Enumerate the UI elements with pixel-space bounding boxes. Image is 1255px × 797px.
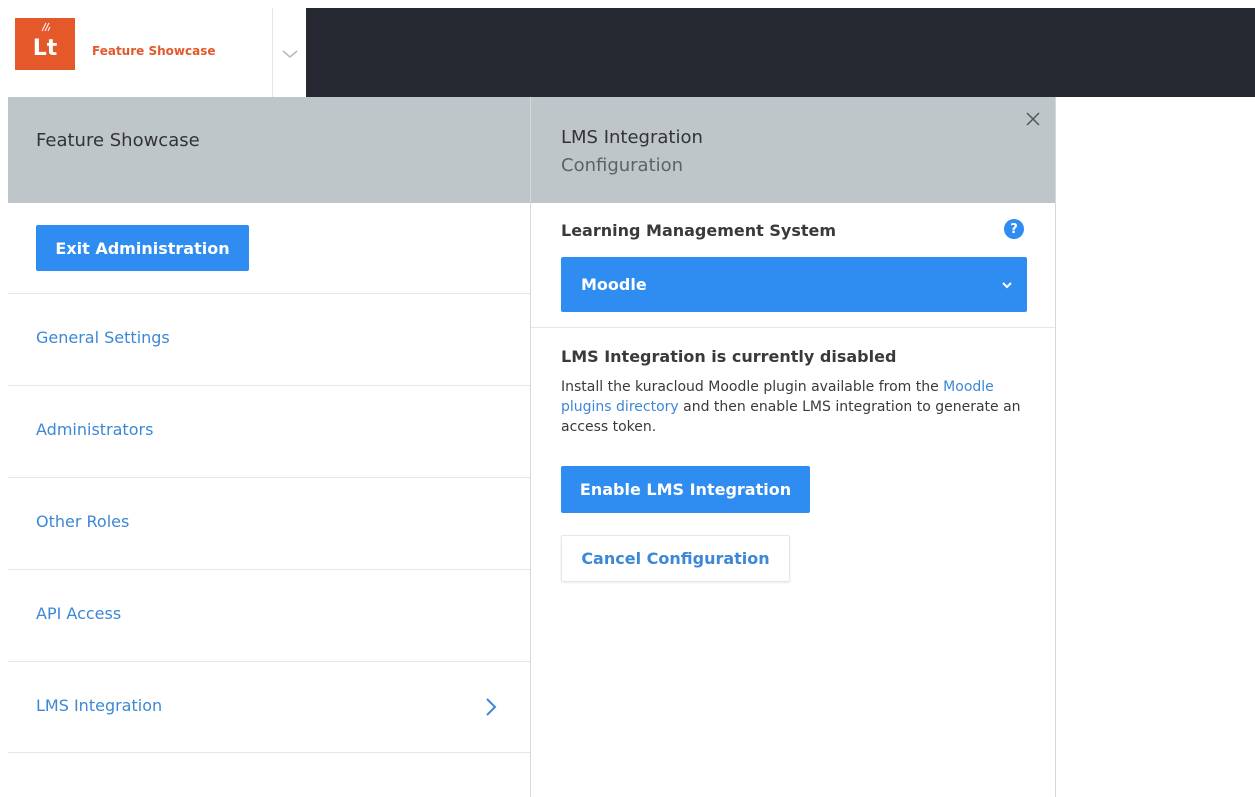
sidebar-item-label: General Settings <box>36 328 170 347</box>
admin-sidebar: Feature Showcase Exit Administration Gen… <box>8 97 530 797</box>
sidebar-item-label: Other Roles <box>36 512 130 531</box>
sidebar-divider <box>8 752 530 753</box>
logo-text: Lt <box>32 36 58 61</box>
panel-divider <box>531 327 1055 328</box>
close-icon[interactable] <box>1025 111 1041 127</box>
status-description: Install the kuracloud Moodle plugin avai… <box>561 377 1031 437</box>
logo-mark-icon <box>41 22 51 32</box>
lms-configuration-panel: LMS Integration Configuration Learning M… <box>530 97 1056 797</box>
brand-divider <box>272 8 273 97</box>
logo: Lt <box>15 18 75 70</box>
status-title: LMS Integration is currently disabled <box>561 347 897 366</box>
status-desc-text: Install the kuracloud Moodle plugin avai… <box>561 379 944 395</box>
sidebar-item-administrators[interactable]: Administrators <box>8 385 530 477</box>
sidebar-item-lms-integration[interactable]: LMS Integration <box>8 661 530 753</box>
sidebar-header: Feature Showcase <box>8 97 530 203</box>
cancel-configuration-button[interactable]: Cancel Configuration <box>561 535 790 582</box>
panel-subtitle: Configuration <box>561 155 684 176</box>
brand-name: Feature Showcase <box>92 44 216 58</box>
sidebar-item-label: Administrators <box>36 420 154 439</box>
top-bar-dark-area <box>306 8 1255 97</box>
sidebar-item-api-access[interactable]: API Access <box>8 569 530 661</box>
chevron-down-icon[interactable] <box>280 44 300 64</box>
enable-lms-integration-button[interactable]: Enable LMS Integration <box>561 466 810 513</box>
panel-title: LMS Integration <box>561 127 703 148</box>
lms-system-label: Learning Management System <box>561 221 837 240</box>
sidebar-item-label: LMS Integration <box>36 696 163 715</box>
help-icon[interactable]: ? <box>1004 219 1024 239</box>
top-bar: Lt Feature Showcase <box>0 0 1255 97</box>
sidebar-title: Feature Showcase <box>36 130 200 151</box>
select-value: Moodle <box>581 275 647 294</box>
sidebar-item-other-roles[interactable]: Other Roles <box>8 477 530 569</box>
chevron-right-icon <box>486 698 497 716</box>
panel-header: LMS Integration Configuration <box>531 97 1055 203</box>
chevron-down-icon <box>1002 282 1012 289</box>
brand-switcher[interactable]: Lt Feature Showcase <box>8 8 306 97</box>
sidebar-item-label: API Access <box>36 604 122 623</box>
lms-system-select[interactable]: Moodle <box>561 257 1027 312</box>
exit-administration-button[interactable]: Exit Administration <box>36 225 249 271</box>
sidebar-item-general-settings[interactable]: General Settings <box>8 293 530 385</box>
